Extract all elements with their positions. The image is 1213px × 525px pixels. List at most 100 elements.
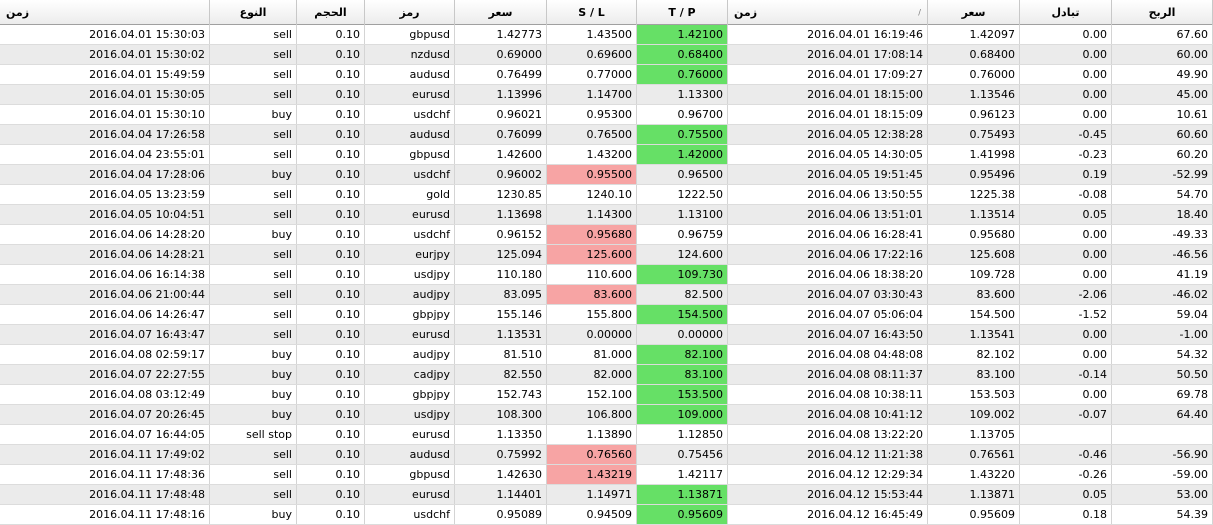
cell-open-price: 1.42773 [455,25,547,44]
cell-close-time: 2016.04.08 13:22:20 [728,425,928,444]
cell-close-price: 0.75493 [928,125,1020,144]
table-row[interactable]: 2016.04.06 14:26:47 sell 0.10 gbpjpy 155.146… [0,305,1213,325]
cell-swap: 0.19 [1020,165,1112,184]
table-row[interactable]: 2016.04.04 17:28:06 buy 0.10 usdchf 0.96002 0… [0,165,1213,185]
cell-volume: 0.10 [297,365,365,384]
cell-swap [1020,425,1112,444]
cell-symbol: eurusd [365,205,455,224]
cell-close-time: 2016.04.01 17:08:14 [728,45,928,64]
header-close-price[interactable]: سعر [928,0,1020,25]
table-row[interactable]: 2016.04.04 17:26:58 sell 0.10 audusd 0.76099… [0,125,1213,145]
header-close-time[interactable]: زمن / [728,0,928,25]
table-row[interactable]: 2016.04.08 02:59:17 buy 0.10 audjpy 81.510 81… [0,345,1213,365]
cell-type: sell stop [210,425,297,444]
cell-type: sell [210,285,297,304]
header-stop-loss[interactable]: S / L [547,0,637,25]
table-row[interactable]: 2016.04.01 15:30:03 sell 0.10 gbpusd 1.42773… [0,25,1213,45]
cell-swap: -0.14 [1020,365,1112,384]
cell-stop-loss: 1.13890 [547,425,637,444]
header-take-profit[interactable]: T / P [637,0,728,25]
cell-volume: 0.10 [297,425,365,444]
header-type[interactable]: النوع [210,0,297,25]
cell-profit [1112,425,1213,444]
cell-type: sell [210,145,297,164]
cell-take-profit: 109.730 [637,265,728,284]
cell-take-profit: 154.500 [637,305,728,324]
cell-profit: 10.61 [1112,105,1213,124]
cell-profit: 69.78 [1112,385,1213,404]
cell-open-time: 2016.04.06 16:14:38 [0,265,210,284]
table-row[interactable]: 2016.04.01 15:30:05 sell 0.10 eurusd 1.13996… [0,85,1213,105]
header-volume[interactable]: الحجم [297,0,365,25]
cell-symbol: usdchf [365,165,455,184]
table-row[interactable]: 2016.04.06 14:28:21 sell 0.10 eurjpy 125.094… [0,245,1213,265]
cell-close-price: 154.500 [928,305,1020,324]
cell-close-time: 2016.04.06 17:22:16 [728,245,928,264]
table-row[interactable]: 2016.04.11 17:48:36 sell 0.10 gbpusd 1.42630… [0,465,1213,485]
cell-open-time: 2016.04.11 17:48:48 [0,485,210,504]
cell-symbol: gbpusd [365,465,455,484]
header-open-time[interactable]: زمن [0,0,210,25]
cell-stop-loss: 1.43500 [547,25,637,44]
table-row[interactable]: 2016.04.07 16:44:05 sell stop 0.10 eurusd 1.… [0,425,1213,445]
cell-swap: -0.23 [1020,145,1112,164]
cell-stop-loss: 125.600 [547,245,637,264]
cell-close-time: 2016.04.05 19:51:45 [728,165,928,184]
cell-symbol: eurusd [365,325,455,344]
table-row[interactable]: 2016.04.06 16:14:38 sell 0.10 usdjpy 110.180… [0,265,1213,285]
table-row[interactable]: 2016.04.06 21:00:44 sell 0.10 audjpy 83.095 8… [0,285,1213,305]
cell-take-profit: 0.96759 [637,225,728,244]
table-row[interactable]: 2016.04.11 17:49:02 sell 0.10 audusd 0.75992… [0,445,1213,465]
table-row[interactable]: 2016.04.08 03:12:49 buy 0.10 gbpjpy 152.743 1… [0,385,1213,405]
cell-stop-loss: 83.600 [547,285,637,304]
header-open-price[interactable]: سعر [455,0,547,25]
cell-symbol: usdjpy [365,405,455,424]
header-profit[interactable]: الربح [1112,0,1213,25]
table-row[interactable]: 2016.04.07 22:27:55 buy 0.10 cadjpy 82.550 82… [0,365,1213,385]
table-row[interactable]: 2016.04.01 15:49:59 sell 0.10 audusd 0.76499… [0,65,1213,85]
cell-close-price: 83.600 [928,285,1020,304]
cell-stop-loss: 0.77000 [547,65,637,84]
cell-swap: 0.18 [1020,505,1112,524]
header-swap[interactable]: تبادل [1020,0,1112,25]
cell-close-price: 82.102 [928,345,1020,364]
cell-volume: 0.10 [297,245,365,264]
trade-history-table: زمن النوع الحجم رمز سعر S / L T / P زمن … [0,0,1213,525]
cell-swap: 0.00 [1020,25,1112,44]
cell-open-time: 2016.04.01 15:30:03 [0,25,210,44]
table-row[interactable]: 2016.04.01 15:30:10 buy 0.10 usdchf 0.96021 0… [0,105,1213,125]
cell-open-time: 2016.04.06 21:00:44 [0,285,210,304]
table-row[interactable]: 2016.04.01 15:30:02 sell 0.10 nzdusd 0.69000… [0,45,1213,65]
header-symbol[interactable]: رمز [365,0,455,25]
cell-stop-loss: 0.94509 [547,505,637,524]
table-row[interactable]: 2016.04.04 23:55:01 sell 0.10 gbpusd 1.42600… [0,145,1213,165]
table-row[interactable]: 2016.04.07 20:26:45 buy 0.10 usdjpy 108.300 1… [0,405,1213,425]
cell-close-time: 2016.04.01 18:15:00 [728,85,928,104]
cell-close-time: 2016.04.07 03:30:43 [728,285,928,304]
cell-take-profit: 0.96700 [637,105,728,124]
cell-volume: 0.10 [297,45,365,64]
table-row[interactable]: 2016.04.11 17:48:48 sell 0.10 eurusd 1.14401… [0,485,1213,505]
table-row[interactable]: 2016.04.06 14:28:20 buy 0.10 usdchf 0.96152 0… [0,225,1213,245]
cell-open-price: 108.300 [455,405,547,424]
cell-swap: 0.00 [1020,45,1112,64]
cell-close-time: 2016.04.01 18:15:09 [728,105,928,124]
cell-open-price: 0.96152 [455,225,547,244]
cell-swap: 0.05 [1020,485,1112,504]
cell-volume: 0.10 [297,445,365,464]
cell-stop-loss: 0.95680 [547,225,637,244]
cell-take-profit: 0.00000 [637,325,728,344]
table-row[interactable]: 2016.04.05 13:23:59 sell 0.10 gold 1230.85 12… [0,185,1213,205]
cell-symbol: nzdusd [365,45,455,64]
table-row[interactable]: 2016.04.11 17:48:16 buy 0.10 usdchf 0.95089 0… [0,505,1213,525]
cell-profit: -59.00 [1112,465,1213,484]
cell-close-time: 2016.04.01 17:09:27 [728,65,928,84]
cell-type: buy [210,365,297,384]
cell-stop-loss: 1.43200 [547,145,637,164]
cell-stop-loss: 81.000 [547,345,637,364]
cell-close-price: 1225.38 [928,185,1020,204]
table-row[interactable]: 2016.04.05 10:04:51 sell 0.10 eurusd 1.13698… [0,205,1213,225]
cell-close-price: 1.13871 [928,485,1020,504]
cell-swap: -2.06 [1020,285,1112,304]
table-row[interactable]: 2016.04.07 16:43:47 sell 0.10 eurusd 1.13531… [0,325,1213,345]
